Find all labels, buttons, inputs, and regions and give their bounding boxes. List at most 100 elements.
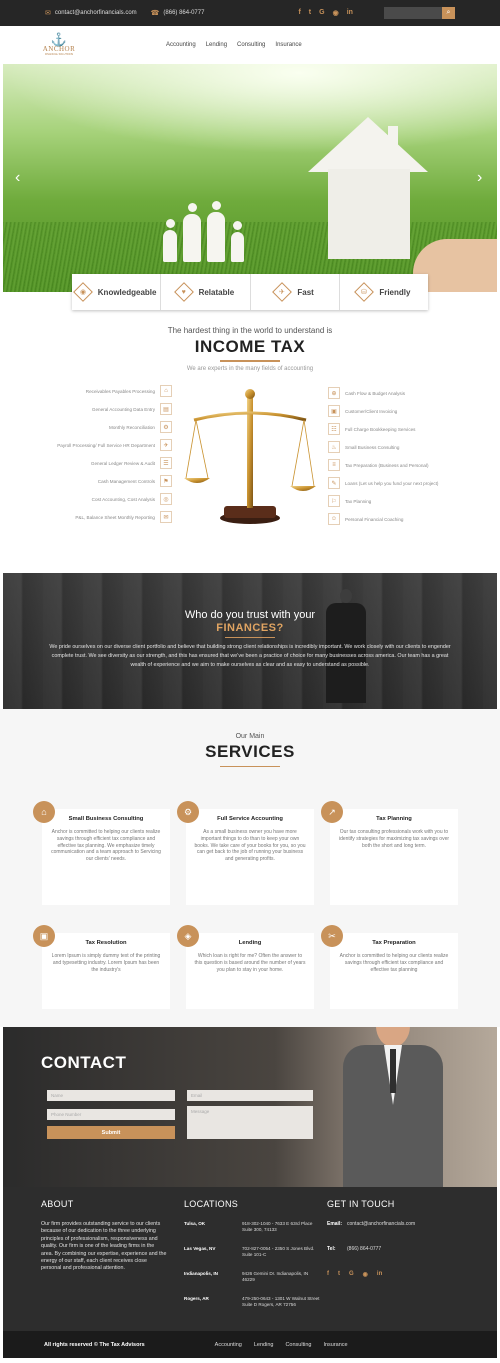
list-item: ⊕ Cash Flow & Budget Analysis bbox=[328, 384, 458, 402]
linkedin-icon[interactable]: in bbox=[377, 1271, 382, 1278]
location-item: Tulsa, OK 918-302-1040 - 7633 E 63rd Plac… bbox=[184, 1221, 313, 1232]
gear-icon: ⚙ bbox=[177, 801, 199, 823]
footer-nav-links: Accounting Lending Consulting Insurance bbox=[215, 1342, 360, 1348]
services-section: Our Main SERVICES ⌂ Small Business Consu… bbox=[0, 709, 500, 1027]
businessman-photo bbox=[343, 1027, 443, 1187]
feature-knowledgeable: ◉ Knowledgeable bbox=[72, 274, 162, 310]
top-email-text[interactable]: contact@anchorfinancials.com bbox=[55, 10, 137, 16]
list-item: ≡ Tax Preparation (Business and Personal) bbox=[328, 456, 458, 474]
rss-icon[interactable]: ◉ bbox=[363, 1271, 368, 1278]
knowledge-icon: ◉ bbox=[72, 282, 93, 302]
feature-tabs: ◉ Knowledgeable ♥ Relatable ✈ Fast ⛁ Fri… bbox=[72, 274, 428, 310]
footer-nav-insurance[interactable]: Insurance bbox=[323, 1342, 347, 1348]
list-item: Payroll Processing/ Full Service HR Depa… bbox=[56, 436, 172, 454]
briefcase-icon: ▣ bbox=[33, 925, 55, 947]
service-card-tax-resolution[interactable]: ▣ Tax Resolution Lorem Ipsum is simply d… bbox=[33, 925, 170, 1009]
nav-lending[interactable]: Lending bbox=[206, 42, 227, 48]
footer-nav-lending[interactable]: Lending bbox=[254, 1342, 274, 1348]
trust-divider bbox=[225, 637, 275, 638]
email-field[interactable]: Email bbox=[187, 1090, 313, 1101]
footer-phone[interactable]: Tel: (866) 864-0777 bbox=[327, 1246, 381, 1252]
phone-icon: ☎ bbox=[150, 10, 160, 17]
service-card-full-service[interactable]: ⚙ Full Service Accounting As a small bus… bbox=[177, 801, 314, 905]
income-subtitle: We are experts in the many fields of acc… bbox=[186, 366, 314, 372]
globe-icon: ⊕ bbox=[328, 387, 340, 399]
right-services-list: ⊕ Cash Flow & Budget Analysis ▣ Customer/C… bbox=[328, 384, 458, 528]
footer: ABOUT Our firm provides outstanding serv… bbox=[3, 1187, 497, 1331]
feature-label: Knowledgeable bbox=[97, 287, 157, 297]
book-icon: ▤ bbox=[160, 403, 172, 415]
service-card-small-business[interactable]: ⌂ Small Business Consulting Anchor is co… bbox=[33, 801, 170, 905]
facebook-icon[interactable]: f bbox=[298, 9, 300, 17]
card-desc: As a small business owner you have more … bbox=[194, 829, 306, 863]
message-field[interactable]: Message bbox=[187, 1106, 313, 1139]
submit-button[interactable]: Submit bbox=[47, 1126, 175, 1139]
rss-icon[interactable]: ◉ bbox=[333, 9, 339, 17]
nav-insurance[interactable]: Insurance bbox=[275, 42, 301, 48]
google-plus-icon[interactable]: G bbox=[349, 1271, 354, 1278]
footer-nav-accounting[interactable]: Accounting bbox=[215, 1342, 242, 1348]
google-plus-icon[interactable]: G bbox=[319, 9, 324, 17]
paper-house-body bbox=[328, 169, 410, 259]
location-item: Las Vegas, NV 702-827-0054 - 2350 S Jones… bbox=[184, 1246, 315, 1257]
person-icon: ☺ bbox=[328, 513, 340, 525]
anchor-logo-icon: ⚓ bbox=[50, 31, 68, 47]
top-phone-text[interactable]: (866) 864-0777 bbox=[163, 10, 204, 16]
search-input[interactable] bbox=[384, 7, 442, 19]
feature-fast: ✈ Fast bbox=[251, 274, 340, 310]
nav-consulting[interactable]: Consulting bbox=[237, 42, 265, 48]
logo[interactable]: ⚓ ANCHOR FINANCIAL SOLUTIONS bbox=[42, 31, 76, 57]
top-email[interactable]: ✉ contact@anchorfinancials.com bbox=[45, 9, 137, 17]
facebook-icon[interactable]: f bbox=[327, 1271, 329, 1278]
list-item: ▣ Customer/Client Invoicing bbox=[328, 402, 458, 420]
paper-house-roof bbox=[308, 117, 428, 172]
list-item: ✎ Loans (Let us help you fund your next p… bbox=[328, 474, 458, 492]
tools-icon: ✂ bbox=[321, 925, 343, 947]
twitter-icon[interactable]: t bbox=[338, 1271, 340, 1278]
trust-question: Who do you trust with your bbox=[184, 609, 316, 621]
target-icon: ◎ bbox=[160, 493, 172, 505]
trust-highlight: FINANCES? bbox=[216, 622, 284, 634]
list-item: ☺ Personal Financial Coaching bbox=[328, 510, 458, 528]
feature-relatable: ♥ Relatable bbox=[161, 274, 251, 310]
list-item: ♨ Small Business Consulting bbox=[328, 438, 458, 456]
paper-family bbox=[163, 201, 250, 262]
invoice-icon: ▣ bbox=[328, 405, 340, 417]
gear-icon: ⚙ bbox=[160, 421, 172, 433]
phone-field[interactable]: Phone Number bbox=[47, 1109, 175, 1120]
income-tax-section: The hardest thing in the world to unders… bbox=[0, 310, 500, 547]
feature-label: Friendly bbox=[379, 287, 411, 297]
service-card-lending[interactable]: ◈ Lending Which loan is right for me? Of… bbox=[177, 925, 314, 1009]
title-underline bbox=[220, 360, 280, 362]
name-field[interactable]: Name bbox=[47, 1090, 175, 1101]
trust-section: Who do you trust with your FINANCES? We … bbox=[3, 573, 497, 709]
services-pretitle: Our Main bbox=[235, 733, 265, 740]
house-icon: ⌂ bbox=[160, 385, 172, 397]
footer-email[interactable]: Email: contact@anchorfinancials.com bbox=[327, 1221, 415, 1227]
location-item: Rogers, AR 479-250-0643 - 1301 W Walnut S… bbox=[184, 1296, 320, 1307]
list-item: Monthly Reconciliation ⚙ bbox=[56, 418, 172, 436]
coffee-icon: ♨ bbox=[328, 441, 340, 453]
accounting-services-grid: Receivables Payables Processing ⌂ General… bbox=[0, 382, 500, 547]
linkedin-icon[interactable]: in bbox=[347, 9, 353, 17]
service-card-tax-planning[interactable]: ↗ Tax Planning Our tax consulting profes… bbox=[321, 801, 458, 905]
service-card-tax-preparation[interactable]: ✂ Tax Preparation Anchor is committed to… bbox=[321, 925, 458, 1009]
top-bar: ✉ contact@anchorfinancials.com ☎ (866) 8… bbox=[0, 0, 500, 26]
left-services-list: Receivables Payables Processing ⌂ General… bbox=[56, 382, 172, 526]
trust-body: We pride ourselves on our diverse client… bbox=[49, 644, 451, 668]
top-social-links: f t G ◉ in bbox=[298, 9, 360, 17]
locations-title: LOCATIONS bbox=[184, 1199, 239, 1209]
footer-nav-consulting[interactable]: Consulting bbox=[285, 1342, 311, 1348]
slider-prev-arrow-icon[interactable]: ‹ bbox=[15, 169, 20, 187]
main-navbar: ⚓ ANCHOR FINANCIAL SOLUTIONS Accounting … bbox=[0, 26, 500, 64]
slider-next-arrow-icon[interactable]: › bbox=[477, 169, 482, 187]
top-phone[interactable]: ☎ (866) 864-0777 bbox=[151, 9, 205, 17]
services-title: SERVICES bbox=[205, 742, 295, 761]
twitter-icon[interactable]: t bbox=[309, 9, 311, 17]
nav-accounting[interactable]: Accounting bbox=[166, 42, 196, 48]
location-item: Indianapolis, IN 9426 Gemini Dr. Indianap… bbox=[184, 1271, 309, 1282]
scales-of-justice-image bbox=[184, 389, 316, 524]
flag-icon: ⚐ bbox=[328, 495, 340, 507]
search-button[interactable]: ⌕ bbox=[442, 7, 455, 19]
heart-icon: ♥ bbox=[173, 282, 194, 302]
